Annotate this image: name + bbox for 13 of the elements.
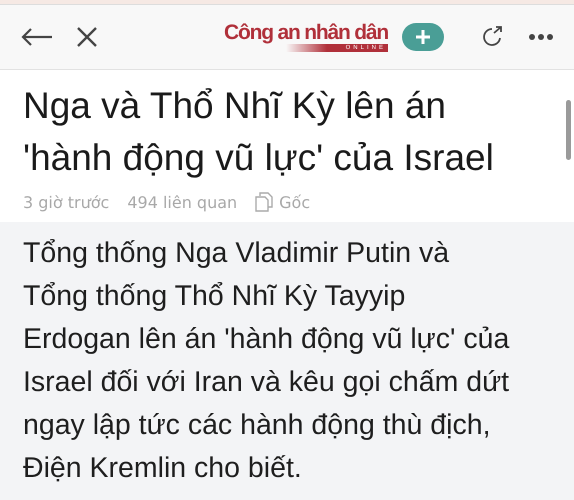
back-arrow-icon	[20, 27, 54, 47]
plus-icon	[414, 29, 431, 45]
more-icon	[528, 33, 554, 41]
source-link[interactable]: Gốc	[279, 192, 310, 212]
summary-text: Tổng thống Nga Vladimir Putin và Tổng thống Thổ Nhĩ Kỳ Tayyip Erdogan lên án 'hành động vũ lực' của Israel đối với Iran và kêu gọi chấm dứt ngay lập tức các hành động thù địch, Điện Kremlin cho biết.	[23, 236, 510, 486]
follow-button[interactable]	[402, 23, 444, 51]
copy-icon	[255, 192, 274, 212]
publish-time: 3 giờ trước	[23, 192, 110, 212]
scrollbar[interactable]	[566, 100, 571, 160]
close-icon	[76, 26, 98, 48]
related-count[interactable]: 494 liên quan	[127, 192, 238, 212]
logo-text: Công an nhân dân	[224, 22, 388, 43]
article-title: Nga và Thổ Nhĩ Kỳ lên án 'hành động vũ lực' của Israel	[23, 84, 495, 180]
